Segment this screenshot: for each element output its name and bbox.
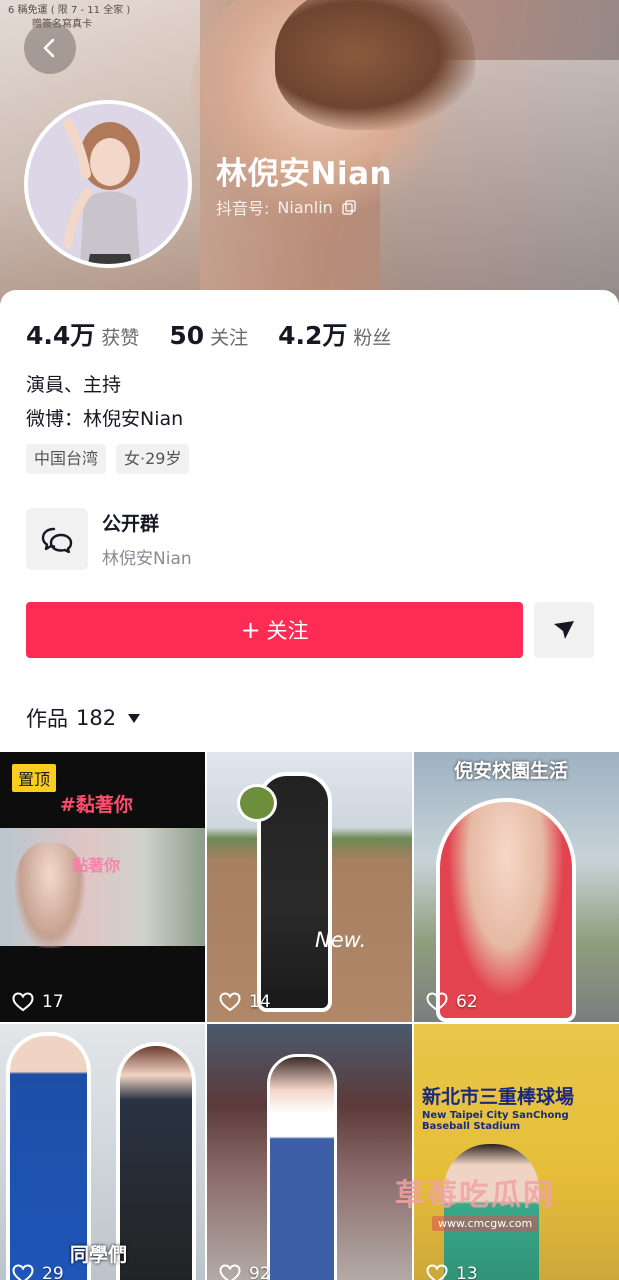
profile-tags: 中国台湾 女·29岁 <box>26 444 190 474</box>
stats-row: 4.4万 获赞 50 关注 4.2万 粉丝 <box>26 316 421 352</box>
thumbnail-figure <box>436 798 576 1022</box>
like-count: 13 <box>426 1264 478 1280</box>
thumbnail-figure <box>267 1054 337 1280</box>
group-text: 公开群 林倪安Nian <box>102 509 192 569</box>
follow-button[interactable]: + 关注 <box>26 602 523 658</box>
video-thumbnail[interactable]: 同學們 29 <box>0 1024 205 1280</box>
stat-followers[interactable]: 4.2万 粉丝 <box>278 316 391 352</box>
display-name: 林倪安Nian <box>216 156 393 192</box>
like-count-value: 62 <box>456 992 478 1012</box>
heart-icon <box>12 992 34 1012</box>
group-subtitle: 林倪安Nian <box>102 549 192 569</box>
stat-label: 关注 <box>210 327 249 349</box>
avatar-image <box>28 104 188 264</box>
video-thumbnail[interactable]: 新北市三重棒球場 New Taipei City SanChong Baseba… <box>414 1024 619 1280</box>
account-id-label: 抖音号: <box>216 199 270 218</box>
thumbnail-subtitle: New Taipei City SanChong Baseball Stadiu… <box>422 1110 569 1132</box>
stat-label: 获赞 <box>101 327 140 349</box>
thumbnail-title: 倪安校園生活 <box>454 760 569 782</box>
thumbnail-title: #黏著你 <box>60 794 133 816</box>
triangle-down-icon <box>554 621 574 639</box>
like-count-value: 13 <box>456 1264 478 1280</box>
video-thumbnail[interactable]: New. 14 <box>207 752 412 1022</box>
chevron-left-icon <box>43 38 55 58</box>
stat-value: 4.2万 <box>278 321 348 350</box>
stat-following[interactable]: 50 关注 <box>169 321 248 350</box>
pinned-badge: 置顶 <box>12 764 57 792</box>
thumbnail-figure <box>237 784 277 822</box>
heart-icon <box>219 992 241 1012</box>
public-group-entry[interactable]: 公开群 林倪安Nian <box>26 504 586 574</box>
group-chat-icon-box <box>26 508 88 570</box>
video-thumbnail[interactable]: 92 <box>207 1024 412 1280</box>
like-count-value: 17 <box>42 992 64 1012</box>
video-thumbnail[interactable]: 倪安校園生活 62 <box>414 752 619 1022</box>
location-tag: 中国台湾 <box>26 444 107 474</box>
profile-card: 4.4万 获赞 50 关注 4.2万 粉丝 演員、主持 微博：林倪安Nian 中… <box>0 290 619 752</box>
gender-age-tag: 女·29岁 <box>116 444 190 474</box>
works-count: 182 <box>76 706 117 730</box>
thumbnail-title: 新北市三重棒球場 <box>422 1086 575 1108</box>
works-tab[interactable]: 作品 182 <box>26 703 141 733</box>
thumbnail-subtitle: 黏著你 <box>72 856 121 875</box>
account-id-row: 抖音号: Nianlin <box>216 195 357 219</box>
caret-down-icon <box>128 713 141 723</box>
heart-icon <box>426 1264 448 1280</box>
plus-icon: + <box>240 616 261 644</box>
like-count: 62 <box>426 992 478 1012</box>
stat-likes: 4.4万 获赞 <box>26 316 139 352</box>
thumbnail-figure <box>116 1042 196 1280</box>
watermark-url: www.cmcgw.com <box>432 1216 539 1231</box>
bio-line: 微博：林倪安Nian <box>26 408 184 430</box>
like-count: 29 <box>12 1264 64 1280</box>
group-chat-icon <box>41 527 73 553</box>
thumbnail-tag: New. <box>315 928 367 952</box>
follow-label: 关注 <box>266 619 309 643</box>
like-count-value: 92 <box>249 1264 271 1280</box>
like-count: 92 <box>219 1264 271 1280</box>
avatar[interactable] <box>24 100 192 268</box>
video-thumbnail[interactable]: 置顶 #黏著你 黏著你 17 <box>0 752 205 1022</box>
back-button[interactable] <box>24 22 76 74</box>
watermark: 草莓吃瓜网 <box>395 1178 555 1213</box>
like-count: 17 <box>12 992 64 1012</box>
thumbnail-title: 同學們 <box>70 1244 128 1266</box>
like-count-value: 29 <box>42 1264 64 1280</box>
stat-value: 50 <box>169 321 205 350</box>
bio-line: 演員、主持 <box>26 374 122 396</box>
copy-icon[interactable] <box>341 199 357 215</box>
stat-value: 4.4万 <box>26 321 96 350</box>
heart-icon <box>219 1264 241 1280</box>
thumbnail-image <box>0 828 205 948</box>
like-count: 14 <box>219 992 271 1012</box>
account-id: Nianlin <box>277 197 333 217</box>
works-label: 作品 <box>26 707 68 731</box>
cover-banner: 6 稱免運 ( 限 7 - 11 全家 ) 贈簽名寫真卡 <box>8 4 130 32</box>
cover-banner-line: 6 稱免運 ( 限 7 - 11 全家 ) <box>8 5 131 16</box>
heart-icon <box>12 1264 34 1280</box>
recommend-toggle-button[interactable] <box>534 602 594 658</box>
group-title: 公开群 <box>102 513 160 535</box>
like-count-value: 14 <box>249 992 271 1012</box>
stat-label: 粉丝 <box>353 327 392 349</box>
cover-photo-hair <box>275 0 475 130</box>
heart-icon <box>426 992 448 1012</box>
